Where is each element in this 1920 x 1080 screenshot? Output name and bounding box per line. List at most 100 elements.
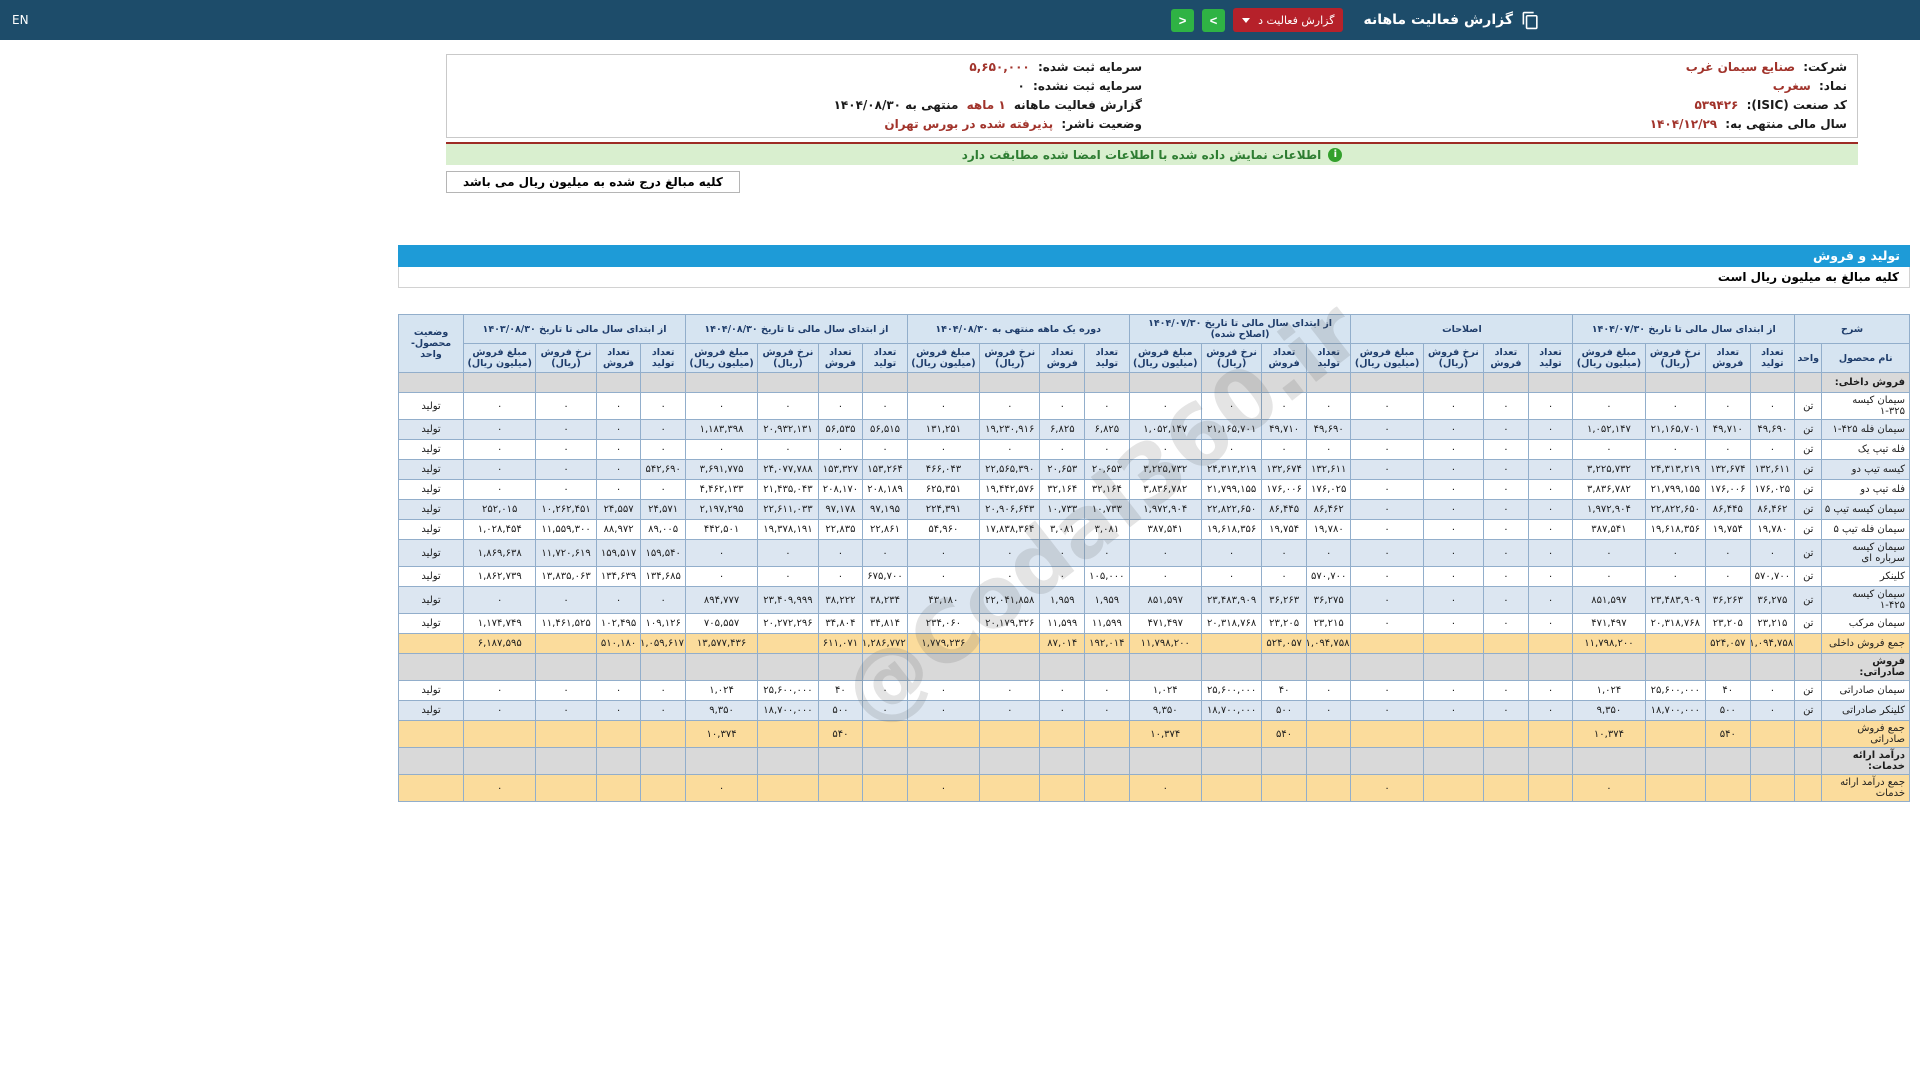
product-row: کیسه تیپ دو تن ۱۳۲,۶۱۱ ۱۳۲,۶۷۴ ۲۴,۳۱۳,۲۱۹ ۳,۲… — [397, 459, 1910, 480]
value-cell: ۲۱,۴۳۵,۰۴۳ — [757, 479, 819, 500]
value-cell: ۸۶,۴۶۲ — [1305, 499, 1352, 520]
value-cell: ۰ — [1422, 566, 1485, 587]
value-cell — [1039, 720, 1086, 748]
fiscal-year-label: سال مالی منتهی به: — [1725, 117, 1847, 131]
value-cell: ۱,۸۶۲,۷۳۹ — [463, 566, 537, 587]
value-cell: ۰ — [1200, 566, 1263, 587]
value-cell: ۰ — [1084, 392, 1130, 420]
value-cell — [1483, 633, 1529, 654]
value-cell: ۴۷۱,۴۹۷ — [1128, 613, 1202, 634]
sub-column-header: نرخ فروش (ریال) — [1644, 343, 1707, 373]
empty-cell — [1261, 747, 1307, 775]
unit-cell: تن — [1794, 586, 1823, 614]
value-cell: ۰ — [906, 700, 981, 721]
status-cell: تولید — [397, 499, 465, 520]
value-cell: ۰ — [463, 479, 537, 500]
value-cell: ۱۳۲,۶۱۱ — [1749, 459, 1796, 480]
value-cell: ۲۲,۸۲۲,۶۵۰ — [1644, 499, 1707, 520]
value-cell: ۱,۰۲۴ — [1128, 680, 1202, 701]
value-cell: ۲,۱۹۷,۲۹۵ — [684, 499, 759, 520]
empty-cell — [817, 372, 864, 393]
empty-cell — [979, 747, 1041, 775]
value-cell: ۰ — [1422, 539, 1485, 567]
value-cell: ۹۷,۱۷۸ — [817, 499, 864, 520]
empty-cell — [757, 747, 819, 775]
value-cell: ۰ — [1705, 566, 1751, 587]
registered-capital-value: ۵,۶۵۰,۰۰۰ — [969, 60, 1030, 74]
value-cell: ۹,۳۵۰ — [1128, 700, 1202, 721]
value-cell: ۲۲,۶۱۱,۰۳۳ — [757, 499, 819, 520]
top-navbar: گزارش فعالیت ماهانه گزارش فعالیت د < > E… — [0, 0, 1920, 40]
status-cell: تولید — [397, 680, 465, 701]
value-cell: ۰ — [1305, 700, 1352, 721]
value-cell: ۲۳,۴۸۳,۹۰۹ — [1644, 586, 1707, 614]
value-cell — [640, 720, 686, 748]
registered-capital-label: سرمایه ثبت شده: — [1037, 60, 1142, 74]
value-cell: ۲۱,۷۹۹,۱۵۵ — [1200, 479, 1263, 500]
next-report-button[interactable]: < — [1202, 8, 1226, 32]
empty-cell — [1644, 653, 1707, 681]
signature-match-notice: i اطلاعات نمایش داده شده با اطلاعات امضا… — [446, 144, 1858, 165]
value-cell: ۳۸,۲۲۲ — [817, 586, 864, 614]
value-cell: ۰ — [1350, 519, 1424, 540]
value-cell: ۰ — [1128, 539, 1202, 567]
value-cell: ۶۷۵,۷۰۰ — [862, 566, 908, 587]
value-cell: ۰ — [1039, 392, 1086, 420]
unregistered-capital-label: سرمایه ثبت نشده: — [1033, 79, 1142, 93]
value-cell — [1749, 774, 1796, 802]
unit-cell: تن — [1794, 419, 1823, 440]
sum-row: جمع درآمد ارائه خدمات ۰ ۰ ۰ ۰ ۰ ۰ — [397, 774, 1910, 802]
report-type-dropdown[interactable]: گزارش فعالیت د — [1233, 8, 1344, 32]
report-document-icon — [1521, 11, 1540, 30]
product-row: سیمان کیسه سرباره ای تن ۰ ۰ ۰ ۰ ۰ ۰ ۰ ۰ ۰ ۰ ۰ ۰ ۰ ۰ ۰ ۰ ۰ ۰… — [397, 539, 1910, 567]
value-cell: ۰ — [1527, 479, 1574, 500]
value-cell — [817, 774, 864, 802]
value-cell: ۰ — [1422, 499, 1485, 520]
sub-column-header: مبلغ فروش (میلیون ریال) — [906, 343, 981, 373]
empty-cell — [684, 653, 759, 681]
value-cell: ۱,۹۵۹ — [1039, 586, 1086, 614]
value-cell: ۵۱۰,۱۸۰ — [595, 633, 642, 654]
company-name-link[interactable]: صنایع سیمان غرب — [1686, 60, 1795, 74]
value-cell: ۰ — [1705, 539, 1751, 567]
value-cell: ۲۳,۲۰۵ — [1261, 613, 1307, 634]
value-cell: ۲۵,۶۰۰,۰۰۰ — [757, 680, 819, 701]
value-cell: ۸۵۱,۵۹۷ — [1128, 586, 1202, 614]
empty-cell — [640, 653, 686, 681]
empty-cell — [1200, 372, 1263, 393]
value-cell: ۳۶,۲۷۵ — [1749, 586, 1796, 614]
value-cell: ۱,۰۹۴,۷۵۸ — [1305, 633, 1352, 654]
value-cell: ۰ — [595, 479, 642, 500]
value-cell: ۱,۱۷۴,۷۴۹ — [463, 613, 537, 634]
sub-column-header: تعداد فروش — [595, 343, 642, 373]
value-cell: ۰ — [1200, 439, 1263, 460]
value-cell: ۱,۰۵۹,۶۱۷ — [640, 633, 686, 654]
signature-match-text: اطلاعات نمایش داده شده با اطلاعات امضا ش… — [961, 147, 1322, 162]
value-cell: ۳۴,۸۰۴ — [817, 613, 864, 634]
value-cell: ۱۷۶,۰۲۵ — [1749, 479, 1796, 500]
value-cell: ۳,۸۳۶,۷۸۲ — [1572, 479, 1646, 500]
value-cell: ۰ — [1483, 519, 1529, 540]
value-cell: ۰ — [463, 459, 537, 480]
sub-column-header: مبلغ فروش (میلیون ریال) — [1128, 343, 1202, 373]
value-cell: ۰ — [535, 419, 597, 440]
value-cell: ۱۸,۷۰۰,۰۰۰ — [757, 700, 819, 721]
value-cell: ۱۳۲,۶۱۱ — [1305, 459, 1352, 480]
value-cell: ۰ — [1305, 392, 1352, 420]
value-cell: ۰ — [1572, 566, 1646, 587]
previous-report-button[interactable]: > — [1171, 8, 1195, 32]
value-cell: ۱,۷۷۹,۲۳۶ — [906, 633, 981, 654]
main-table-container: شرح از ابتدای سال مالی تا تاریخ ۱۴۰۴/۰۷/۳… — [397, 282, 1910, 802]
value-cell: ۱۳,۸۳۵,۰۶۳ — [535, 566, 597, 587]
value-cell: ۳۸۷,۵۴۱ — [1572, 519, 1646, 540]
product-name-cell: سیمان کیسه ۳۲۵-۱ — [1821, 392, 1910, 420]
empty-cell — [757, 372, 819, 393]
value-cell: ۰ — [1749, 680, 1796, 701]
language-switch-link[interactable]: EN — [12, 13, 29, 27]
value-cell: ۰ — [1749, 439, 1796, 460]
sub-column-header: نرخ فروش (ریال) — [757, 343, 819, 373]
unregistered-capital-value: ۰ — [1017, 79, 1025, 93]
value-cell: ۵۶,۵۳۵ — [817, 419, 864, 440]
value-cell: ۰ — [535, 700, 597, 721]
isic-value: ۵۳۹۴۲۶ — [1694, 98, 1739, 112]
